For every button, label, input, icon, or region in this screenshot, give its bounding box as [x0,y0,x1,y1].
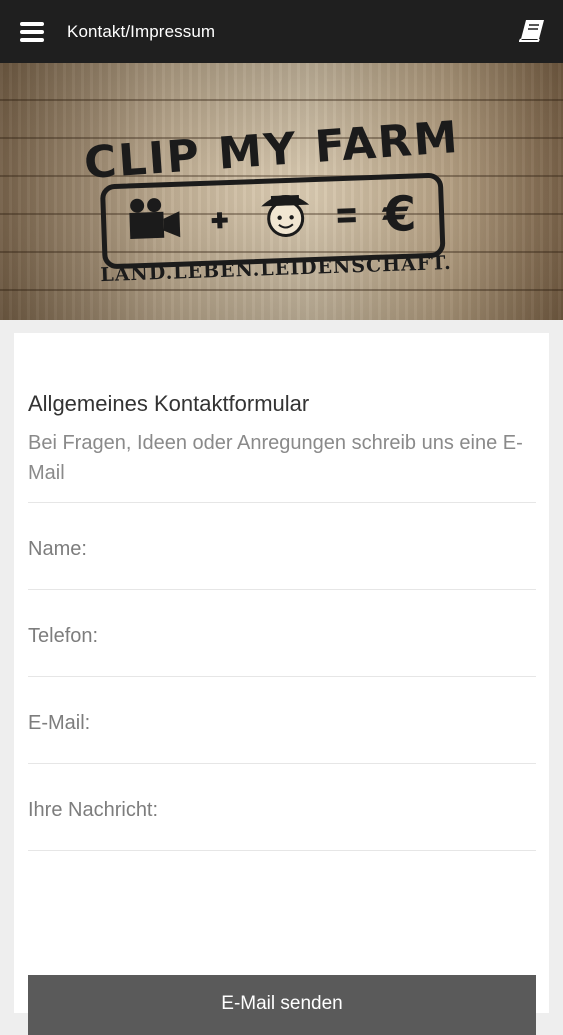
clip-my-farm-logo: CLIP MY FARM € LAND.LEBEN.LEIDENSCHAFT. [83,112,462,286]
message-field[interactable]: Ihre Nachricht: [28,763,536,850]
form-title: Allgemeines Kontaktformular [28,391,310,416]
phone-field[interactable]: Telefon: [28,589,536,676]
name-placeholder: Name: [28,537,87,560]
email-field[interactable]: E-Mail: [28,676,536,763]
field-divider [28,850,536,851]
contact-form-card: Allgemeines Kontaktformular Bei Fragen, … [14,333,549,1035]
svg-text:LAND.LEBEN.LEIDENSCHAFT.: LAND.LEBEN.LEIDENSCHAFT. [100,252,452,286]
page-title: Kontakt/Impressum [67,21,216,41]
hamburger-menu-icon[interactable] [20,21,44,42]
hero-banner: CLIP MY FARM € LAND.LEBEN.LEIDENSCHAFT. [0,63,563,320]
message-placeholder: Ihre Nachricht: [28,798,159,821]
book-icon[interactable] [519,19,545,43]
email-placeholder: E-Mail: [28,711,91,734]
send-email-button[interactable]: E-Mail senden [28,975,536,1035]
camera-icon [129,198,181,239]
name-field[interactable]: Name: [28,502,536,589]
form-subtitle: Bei Fragen, Ideen oder Anregungen schrei… [28,432,523,484]
phone-placeholder: Telefon: [28,624,99,647]
top-app-bar: Kontakt/Impressum [0,0,563,63]
farmer-face-icon [261,195,310,238]
svg-text:€: € [381,186,417,243]
